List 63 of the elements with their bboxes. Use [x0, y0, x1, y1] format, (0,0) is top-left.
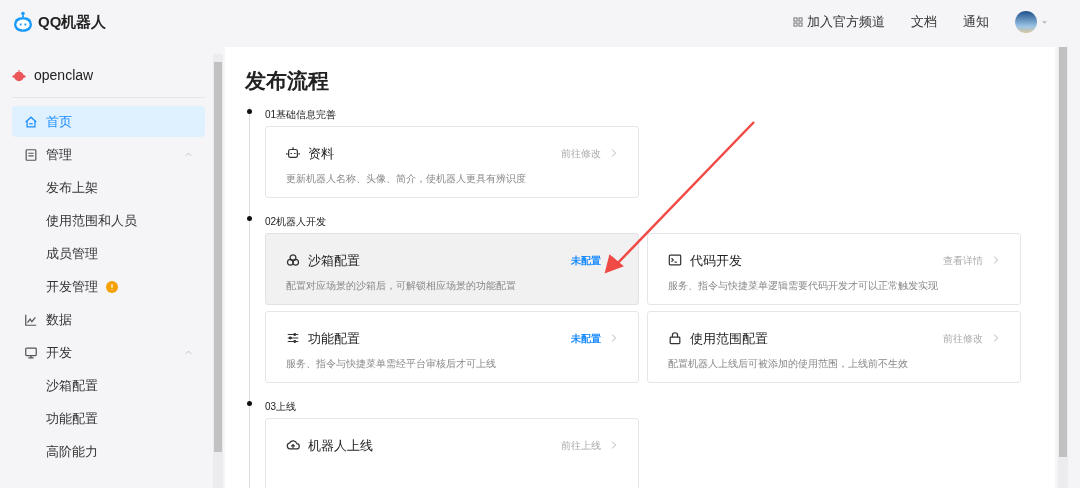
nav-subitem[interactable]: 使用范围和人员 — [12, 205, 205, 236]
nav-subitem[interactable]: 发布上架 — [12, 172, 205, 203]
chevron-right-icon — [609, 148, 619, 159]
step-card[interactable]: 机器人上线 前往上线 — [265, 417, 639, 488]
card-title: 沙箱配置 — [308, 251, 360, 270]
chevron-right-icon — [609, 333, 619, 344]
avatar[interactable] — [1015, 11, 1037, 33]
nav-subitem[interactable]: 成员管理 — [12, 238, 205, 269]
card-description: 服务、指令与快捷菜单逻辑需要代码开发才可以正常触发实现 — [668, 279, 939, 293]
timeline-dot — [247, 215, 252, 221]
card-title: 功能配置 — [308, 329, 360, 348]
timeline-dot — [247, 400, 252, 406]
header-link[interactable]: 通知 — [963, 12, 989, 32]
section-label: 02机器人开发 — [265, 215, 327, 227]
cloud-upload-icon — [286, 438, 300, 453]
header-link[interactable]: 加入官方频道 — [793, 12, 885, 32]
card-description: 配置机器人上线后可被添加的使用范围，上线前不生效 — [668, 357, 909, 371]
chevron-right-icon — [991, 333, 1001, 344]
terminal-icon — [668, 253, 682, 268]
robot-icon — [286, 146, 300, 161]
card-description: 配置对应场景的沙箱后，可解锁相应场景的功能配置 — [286, 279, 517, 293]
step-card[interactable]: 功能配置 未配置 服务、指令与快捷菜单需经平台审核后才可上线 — [265, 310, 639, 383]
card-title: 代码开发 — [690, 251, 742, 270]
card-title: 资料 — [308, 144, 334, 163]
bot-name: openclaw — [34, 66, 94, 85]
chevron-right-icon — [991, 255, 1001, 266]
scrollbar-thumb[interactable] — [214, 62, 222, 452]
nav-subitem[interactable]: 开发管理 — [12, 271, 205, 302]
caret-down-icon — [1041, 18, 1048, 26]
line-chart-icon — [24, 312, 38, 327]
header-link[interactable]: 文档 — [911, 12, 937, 32]
step-card[interactable]: 沙箱配置 未配置 配置对应场景的沙箱后，可解锁相应场景的功能配置 — [265, 232, 639, 305]
robot-logo-icon — [12, 11, 34, 33]
brand-name: QQ机器人 — [38, 11, 107, 32]
nav-subitem[interactable]: 功能配置 — [12, 403, 205, 434]
lock-icon — [668, 331, 682, 346]
home-icon — [24, 114, 38, 129]
document-icon — [24, 147, 38, 162]
card-title: 机器人上线 — [308, 436, 373, 455]
section-label: 03上线 — [265, 400, 297, 412]
nav-subitem[interactable]: 沙箱配置 — [12, 370, 205, 401]
scrollbar-thumb[interactable] — [1059, 47, 1067, 457]
timeline-dot — [247, 108, 252, 114]
step-card[interactable]: 资料 前往修改 更新机器人名称、头像、简介，使机器人更具有辨识度 — [265, 125, 639, 198]
chevron-up-icon — [184, 150, 193, 159]
nav-item[interactable]: 数据 — [12, 304, 205, 335]
nav-item[interactable]: 开发 — [12, 337, 205, 368]
nav-subitem[interactable]: 高阶能力 — [12, 436, 205, 467]
card-description: 更新机器人名称、头像、简介，使机器人更具有辨识度 — [286, 172, 527, 186]
bot-avatar-icon — [12, 68, 26, 83]
monitor-icon — [24, 345, 38, 360]
chevron-up-icon — [184, 348, 193, 357]
card-description: 服务、指令与快捷菜单需经平台审核后才可上线 — [286, 357, 497, 371]
sliders-icon — [286, 331, 300, 346]
step-card[interactable]: 代码开发 查看详情 服务、指令与快捷菜单逻辑需要代码开发才可以正常触发实现 — [647, 232, 1021, 305]
nav-item[interactable]: 管理 — [12, 139, 205, 170]
circles-icon — [286, 253, 300, 268]
card-title: 使用范围配置 — [690, 329, 768, 348]
grid-icon — [793, 17, 803, 27]
section-label: 01基础信息完善 — [265, 108, 337, 120]
page-title: 发布流程 — [245, 68, 330, 94]
chevron-right-icon — [609, 440, 619, 451]
step-card[interactable]: 使用范围配置 前往修改 配置机器人上线后可被添加的使用范围，上线前不生效 — [647, 310, 1021, 383]
